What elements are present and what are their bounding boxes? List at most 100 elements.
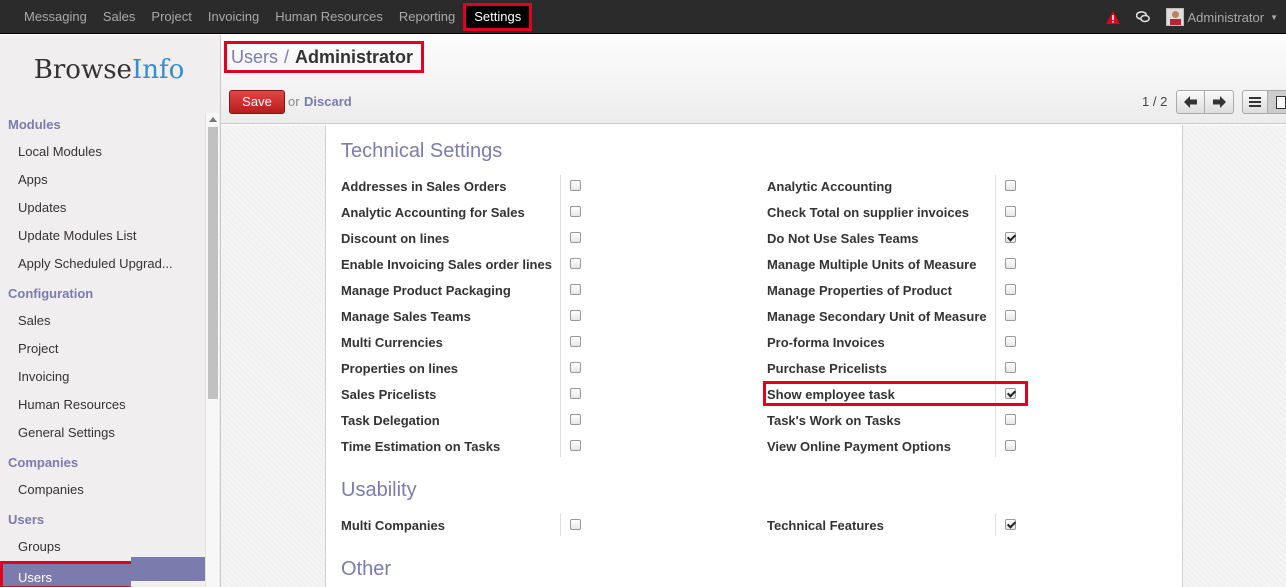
- sidebar-scrollbar[interactable]: [205, 113, 219, 587]
- field-row-task-delegation: Task Delegation: [341, 407, 440, 433]
- save-button[interactable]: Save: [229, 90, 285, 114]
- discard-link[interactable]: Discard: [304, 94, 352, 109]
- menu-messaging[interactable]: Messaging: [16, 0, 95, 34]
- sidebar-item-human-resources[interactable]: Human Resources: [0, 391, 205, 419]
- checkbox-manage-multiple-units-of-measure[interactable]: [1005, 258, 1016, 269]
- column-divider: [560, 514, 561, 536]
- sidebar-item-sales[interactable]: Sales: [0, 307, 205, 335]
- field-row-analytic-accounting-for-sales: Analytic Accounting for Sales: [341, 199, 525, 225]
- avatar[interactable]: [1165, 8, 1184, 26]
- top-right-tools: Administrator ▼: [1105, 0, 1286, 34]
- menu-invoicing[interactable]: Invoicing: [200, 0, 267, 34]
- field-label: Discount on lines: [341, 230, 450, 246]
- sidebar-item-apps[interactable]: Apps: [0, 166, 205, 194]
- checkbox-time-estimation-on-tasks[interactable]: [570, 440, 581, 451]
- checkbox-manage-secondary-unit-of-measure[interactable]: [1005, 310, 1016, 321]
- arrow-left-icon: [1183, 96, 1197, 108]
- sidebar-item-apply-scheduled-upgrades[interactable]: Apply Scheduled Upgrad...: [0, 250, 205, 278]
- checkbox-discount-on-lines[interactable]: [570, 232, 581, 243]
- field-label: Task's Work on Tasks: [767, 412, 901, 428]
- chat-icon[interactable]: [1135, 11, 1150, 23]
- checkbox-sales-pricelists[interactable]: [570, 388, 581, 399]
- logo-part-2: Info: [131, 55, 185, 85]
- field-label: Manage Product Packaging: [341, 282, 511, 298]
- checkbox-view-online-payment-options[interactable]: [1005, 440, 1016, 451]
- menu-sales[interactable]: Sales: [95, 0, 144, 34]
- user-menu[interactable]: Administrator: [1188, 10, 1265, 25]
- previous-record-button[interactable]: [1176, 90, 1205, 114]
- menu-project[interactable]: Project: [143, 0, 199, 34]
- checkbox-analytic-accounting[interactable]: [1005, 180, 1016, 191]
- field-label: Properties on lines: [341, 360, 459, 376]
- next-record-button[interactable]: [1205, 90, 1234, 114]
- field-label: Enable Invoicing Sales order lines: [341, 256, 552, 272]
- form-icon: [1275, 95, 1286, 109]
- field-label: Analytic Accounting for Sales: [341, 204, 525, 220]
- form-view-button[interactable]: [1268, 90, 1286, 114]
- list-view-button[interactable]: [1242, 90, 1268, 114]
- sidebar-item-update-modules-list[interactable]: Update Modules List: [0, 222, 205, 250]
- field-label: Multi Currencies: [341, 334, 443, 350]
- field-label: Manage Properties of Product: [767, 282, 952, 298]
- view-switcher: [1242, 90, 1286, 114]
- checkbox-analytic-accounting-for-sales[interactable]: [570, 206, 581, 217]
- field-label: Sales Pricelists: [341, 386, 437, 402]
- chevron-down-icon[interactable]: ▼: [1270, 13, 1278, 22]
- checkbox-multi-currencies[interactable]: [570, 336, 581, 347]
- scroll-up-icon[interactable]: [209, 117, 217, 122]
- field-row-technical-features: Technical Features: [767, 512, 884, 538]
- checkbox-enable-invoicing-sales-order-lines[interactable]: [570, 258, 581, 269]
- field-row-multi-companies: Multi Companies: [341, 512, 445, 538]
- checkbox-pro-forma-invoices[interactable]: [1005, 336, 1016, 347]
- sidebar-item-updates[interactable]: Updates: [0, 194, 205, 222]
- sidebar-menu: Modules Local Modules Apps Updates Updat…: [0, 112, 205, 587]
- checkbox-manage-product-packaging[interactable]: [570, 284, 581, 295]
- checkbox-purchase-pricelists[interactable]: [1005, 362, 1016, 373]
- checkbox-multi-companies[interactable]: [570, 519, 581, 530]
- sidebar-heading-configuration: Configuration: [8, 286, 94, 301]
- column-divider: [995, 175, 996, 457]
- menu-settings[interactable]: Settings: [463, 3, 533, 31]
- column-divider: [560, 175, 561, 457]
- sidebar-item-general-settings[interactable]: General Settings: [0, 419, 205, 447]
- field-row-do-not-use-sales-teams: Do Not Use Sales Teams: [767, 225, 918, 251]
- checkbox-task-delegation[interactable]: [570, 414, 581, 425]
- sidebar-item-companies[interactable]: Companies: [0, 476, 205, 504]
- warning-icon[interactable]: [1105, 10, 1120, 24]
- highlight-show-employee-task: [763, 381, 1028, 406]
- field-row-properties-on-lines: Properties on lines: [341, 355, 458, 381]
- breadcrumb: Users / Administrator: [224, 41, 425, 73]
- sidebar-item-local-modules[interactable]: Local Modules: [0, 138, 205, 166]
- selected-item-highlight: [131, 557, 205, 581]
- field-label: Task Delegation: [341, 412, 440, 428]
- checkbox-manage-sales-teams[interactable]: [570, 310, 581, 321]
- field-label: Technical Features: [767, 517, 884, 533]
- menu-human-resources[interactable]: Human Resources: [267, 0, 391, 34]
- sidebar-heading-users: Users: [8, 512, 45, 527]
- scrollbar-thumb[interactable]: [208, 127, 218, 399]
- field-row-check-total-on-supplier-invoices: Check Total on supplier invoices: [767, 199, 969, 225]
- checkbox-task-s-work-on-tasks[interactable]: [1005, 414, 1016, 425]
- menu-reporting[interactable]: Reporting: [391, 0, 463, 34]
- top-navbar: Messaging Sales Project Invoicing Human …: [0, 0, 1286, 34]
- checkbox-manage-properties-of-product[interactable]: [1005, 284, 1016, 295]
- sidebar-item-invoicing[interactable]: Invoicing: [0, 363, 205, 391]
- field-row-manage-properties-of-product: Manage Properties of Product: [767, 277, 952, 303]
- breadcrumb-users-link[interactable]: Users: [231, 47, 278, 68]
- form-sheet: Technical Settings Addresses in Sales Ord…: [325, 125, 1183, 587]
- field-row-view-online-payment-options: View Online Payment Options: [767, 433, 951, 459]
- or-text: or: [288, 94, 300, 109]
- checkbox-technical-features[interactable]: [1005, 519, 1016, 530]
- checkbox-do-not-use-sales-teams[interactable]: [1005, 232, 1016, 243]
- sidebar-item-users[interactable]: Users: [0, 561, 131, 587]
- form-header: Users / Administrator Save or Discard 1 …: [221, 35, 1286, 124]
- field-row-manage-secondary-unit-of-measure: Manage Secondary Unit of Measure: [767, 303, 987, 329]
- checkbox-addresses-in-sales-orders[interactable]: [570, 180, 581, 191]
- field-row-manage-sales-teams: Manage Sales Teams: [341, 303, 471, 329]
- checkbox-check-total-on-supplier-invoices[interactable]: [1005, 206, 1016, 217]
- field-label: Manage Secondary Unit of Measure: [767, 308, 987, 324]
- field-label: Pro-forma Invoices: [767, 334, 885, 350]
- field-row-time-estimation-on-tasks: Time Estimation on Tasks: [341, 433, 500, 459]
- sidebar-item-project[interactable]: Project: [0, 335, 205, 363]
- checkbox-properties-on-lines[interactable]: [570, 362, 581, 373]
